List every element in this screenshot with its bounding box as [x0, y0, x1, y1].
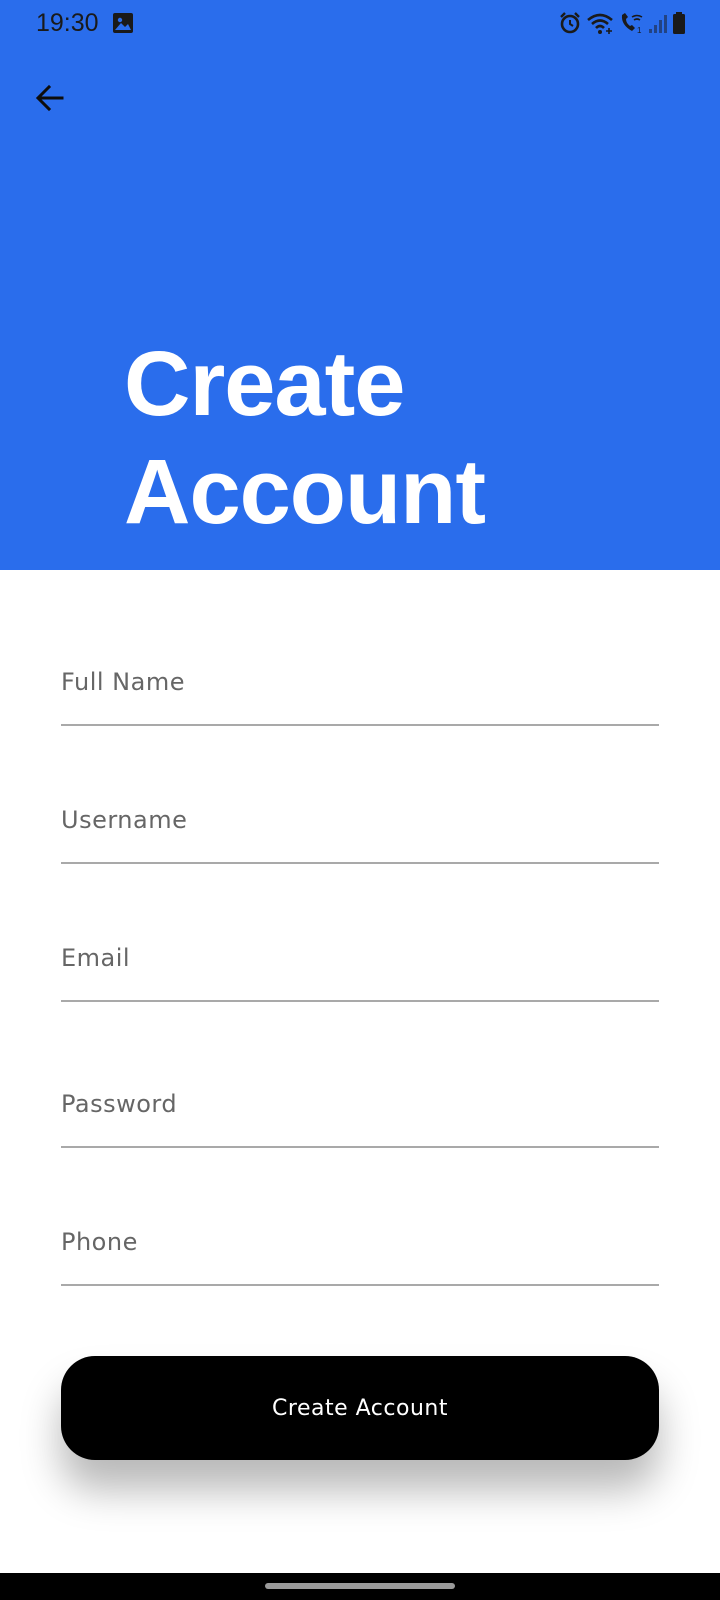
page-title-line-2: Account [124, 441, 486, 543]
email-input[interactable] [61, 938, 659, 978]
page-title: Create Account [124, 330, 486, 546]
gallery-icon [113, 13, 133, 33]
password-input[interactable] [61, 1084, 659, 1124]
full-name-input[interactable] [61, 662, 659, 702]
svg-text:1: 1 [637, 26, 642, 35]
back-button[interactable] [22, 70, 78, 126]
header-banner: 19:30 1 Create Account [0, 0, 720, 570]
phone-field [61, 1206, 659, 1286]
wifi-calling-icon: 1 [621, 13, 643, 35]
create-account-button[interactable]: Create Account [61, 1356, 659, 1460]
phone-input[interactable] [61, 1222, 659, 1262]
password-field [61, 1068, 659, 1148]
page-title-line-1: Create [124, 333, 405, 435]
navigation-bar [0, 1573, 720, 1600]
arrow-left-icon [35, 84, 64, 112]
alarm-icon [560, 12, 580, 34]
status-time: 19:30 [36, 9, 99, 37]
full-name-field [61, 646, 659, 726]
signal-icon [649, 15, 667, 33]
battery-icon [673, 12, 685, 34]
status-icons: 1 [558, 10, 686, 36]
username-input[interactable] [61, 800, 659, 840]
username-field [61, 784, 659, 864]
wifi-icon [587, 13, 613, 34]
home-indicator[interactable] [265, 1583, 455, 1589]
status-bar: 19:30 1 [0, 0, 720, 46]
email-field [61, 922, 659, 1002]
